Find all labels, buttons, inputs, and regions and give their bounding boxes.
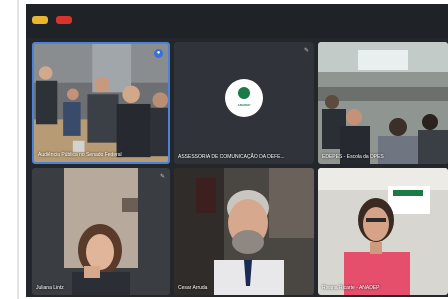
logo-mark-icon [238,87,250,100]
participant-tile-communication[interactable]: ANADEP ✎ ASSESSORIA DE COMUNICAÇÃO DA DE… [174,42,314,164]
participant-name: Audiência Pública no Senado Federal [38,152,122,158]
organization-logo: ANADEP [225,79,263,118]
raised-hand-icon: ● [154,49,163,58]
mic-off-icon: ✎ [303,48,309,54]
page-left-margin [0,0,16,299]
participant-name: EDEPES - Escola da DPES [322,154,384,160]
mic-off-icon: ✎ [159,174,165,180]
page-divider [17,0,19,299]
rivana-video [318,168,448,295]
call-toolbar [26,4,448,38]
juliana-video [32,168,170,295]
classroom-video [318,42,448,164]
senate-hearing-video [34,44,168,162]
cesar-video [174,168,314,295]
participant-name: Rivana Ricarte - ANADEP [322,285,380,291]
logo-text: ANADEP [237,103,251,108]
video-call-window: ● Audiência Pública no Senado Federal AN… [26,4,448,297]
yellow-window-dot[interactable] [32,16,48,24]
participant-name: Juliana Lintz [36,285,64,291]
participant-grid: ● Audiência Pública no Senado Federal AN… [32,42,448,295]
participant-tile-juliana[interactable]: ✎ Juliana Lintz [32,168,170,295]
participant-tile-rivana[interactable]: Rivana Ricarte - ANADEP [318,168,448,295]
red-window-dot[interactable] [56,16,72,24]
participant-name: Cesar Arruda [178,285,208,291]
participant-tile-school[interactable]: EDEPES - Escola da DPES [318,42,448,164]
participant-name: ASSESSORIA DE COMUNICAÇÃO DA DEFE... [178,154,285,160]
participant-tile-cesar[interactable]: Cesar Arruda [174,168,314,295]
participant-tile-senate-hearing[interactable]: ● Audiência Pública no Senado Federal [32,42,170,164]
